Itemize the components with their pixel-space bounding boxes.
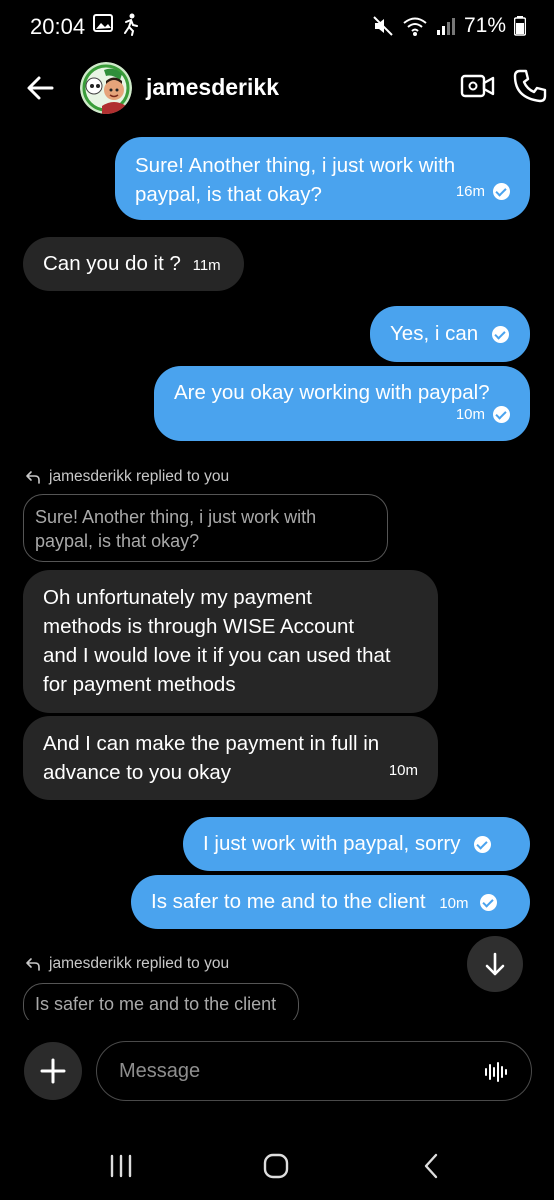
message-text: Is safer to me and to the client (151, 890, 426, 913)
add-attachment-button[interactable] (24, 1042, 82, 1100)
battery-icon (514, 16, 526, 36)
chat-username[interactable]: jamesderikk (146, 74, 279, 101)
home-icon[interactable] (262, 1152, 290, 1180)
wifi-icon (403, 17, 427, 36)
message-bubble-outgoing[interactable]: Are you okay working with paypal? 10m (154, 366, 530, 441)
message-meta: 10m (456, 400, 510, 429)
message-bubble-incoming[interactable]: And I can make the payment in full in ad… (23, 716, 438, 800)
quoted-text: paypal, is that okay? (35, 531, 200, 551)
read-check-icon (493, 406, 510, 423)
reply-label-text: jamesderikk replied to you (49, 955, 230, 972)
signal-icon (436, 18, 455, 35)
video-call-icon[interactable] (460, 70, 496, 102)
composer: Message (0, 1020, 554, 1130)
message-text: I just work with paypal, sorry (203, 832, 461, 855)
chat-screen: 20:04 71% jamesderikk Sure! Another thin… (0, 0, 554, 1200)
read-check-icon (491, 326, 509, 344)
battery-percent: 71% (463, 14, 506, 37)
message-text: Yes, i can (390, 322, 479, 345)
message-text: And I can make the payment in full in (43, 732, 380, 755)
message-time: 10m (439, 895, 469, 912)
voice-wave-icon[interactable] (483, 1059, 509, 1085)
message-bubble-incoming[interactable]: Oh unfortunately my payment methods is t… (23, 570, 438, 713)
phone-icon[interactable] (512, 68, 548, 104)
avatar[interactable] (80, 62, 132, 114)
message-time: 10m (388, 762, 418, 779)
chat-header: jamesderikk (0, 54, 554, 120)
reply-arrow-icon (26, 958, 40, 971)
message-bubble-outgoing[interactable]: Yes, i can (370, 306, 530, 362)
reply-label: jamesderikk replied to you (25, 955, 229, 973)
system-nav-bar (0, 1130, 554, 1200)
message-text: methods is through WISE Account (43, 615, 355, 638)
message-meta: 16m (456, 177, 510, 206)
status-right: 71% (372, 12, 526, 40)
message-time: 16m (455, 183, 485, 200)
scroll-to-bottom-button[interactable] (467, 936, 523, 992)
message-bubble-incoming[interactable]: Can you do it ? 11m (23, 237, 244, 291)
back-arrow-icon[interactable] (20, 68, 60, 108)
message-time: 10m (455, 406, 485, 423)
running-icon (124, 13, 138, 36)
chevron-down-icon (485, 952, 505, 976)
quoted-text: Is safer to me and to the client (35, 994, 277, 1014)
message-bubble-outgoing[interactable]: Is safer to me and to the client 10m (131, 875, 530, 929)
message-text: advance to you okay (43, 761, 232, 784)
message-time: 11m (192, 257, 221, 274)
status-bar: 20:04 71% (0, 0, 554, 54)
read-check-icon (493, 183, 510, 200)
mute-icon (373, 16, 393, 36)
read-check-icon (474, 836, 492, 854)
message-text: and I would love it if you can used that (43, 644, 391, 667)
reply-label: jamesderikk replied to you (25, 468, 229, 486)
reply-label-text: jamesderikk replied to you (49, 468, 230, 485)
message-bubble-outgoing[interactable]: I just work with paypal, sorry (183, 817, 530, 871)
message-text: Can you do it ? (43, 252, 181, 275)
read-check-icon (480, 894, 498, 912)
message-text: paypal, is that okay? (135, 183, 322, 206)
reply-arrow-icon (26, 471, 40, 484)
message-bubble-outgoing[interactable]: Sure! Another thing, i just work with pa… (115, 137, 530, 220)
quoted-message[interactable]: Sure! Another thing, i just work with pa… (23, 494, 388, 562)
back-nav-icon[interactable] (418, 1152, 446, 1180)
message-text: Oh unfortunately my payment (43, 586, 312, 609)
recent-apps-icon[interactable] (107, 1152, 135, 1180)
gallery-icon (93, 14, 113, 32)
plus-icon (40, 1058, 66, 1084)
message-text: for payment methods (43, 673, 236, 696)
quoted-text: Sure! Another thing, i just work with (35, 507, 317, 527)
status-time: 20:04 (30, 14, 86, 39)
message-input[interactable]: Message (96, 1041, 532, 1101)
message-placeholder: Message (119, 1060, 201, 1082)
message-text: Sure! Another thing, i just work with (135, 154, 456, 177)
avatar-image (80, 62, 132, 114)
